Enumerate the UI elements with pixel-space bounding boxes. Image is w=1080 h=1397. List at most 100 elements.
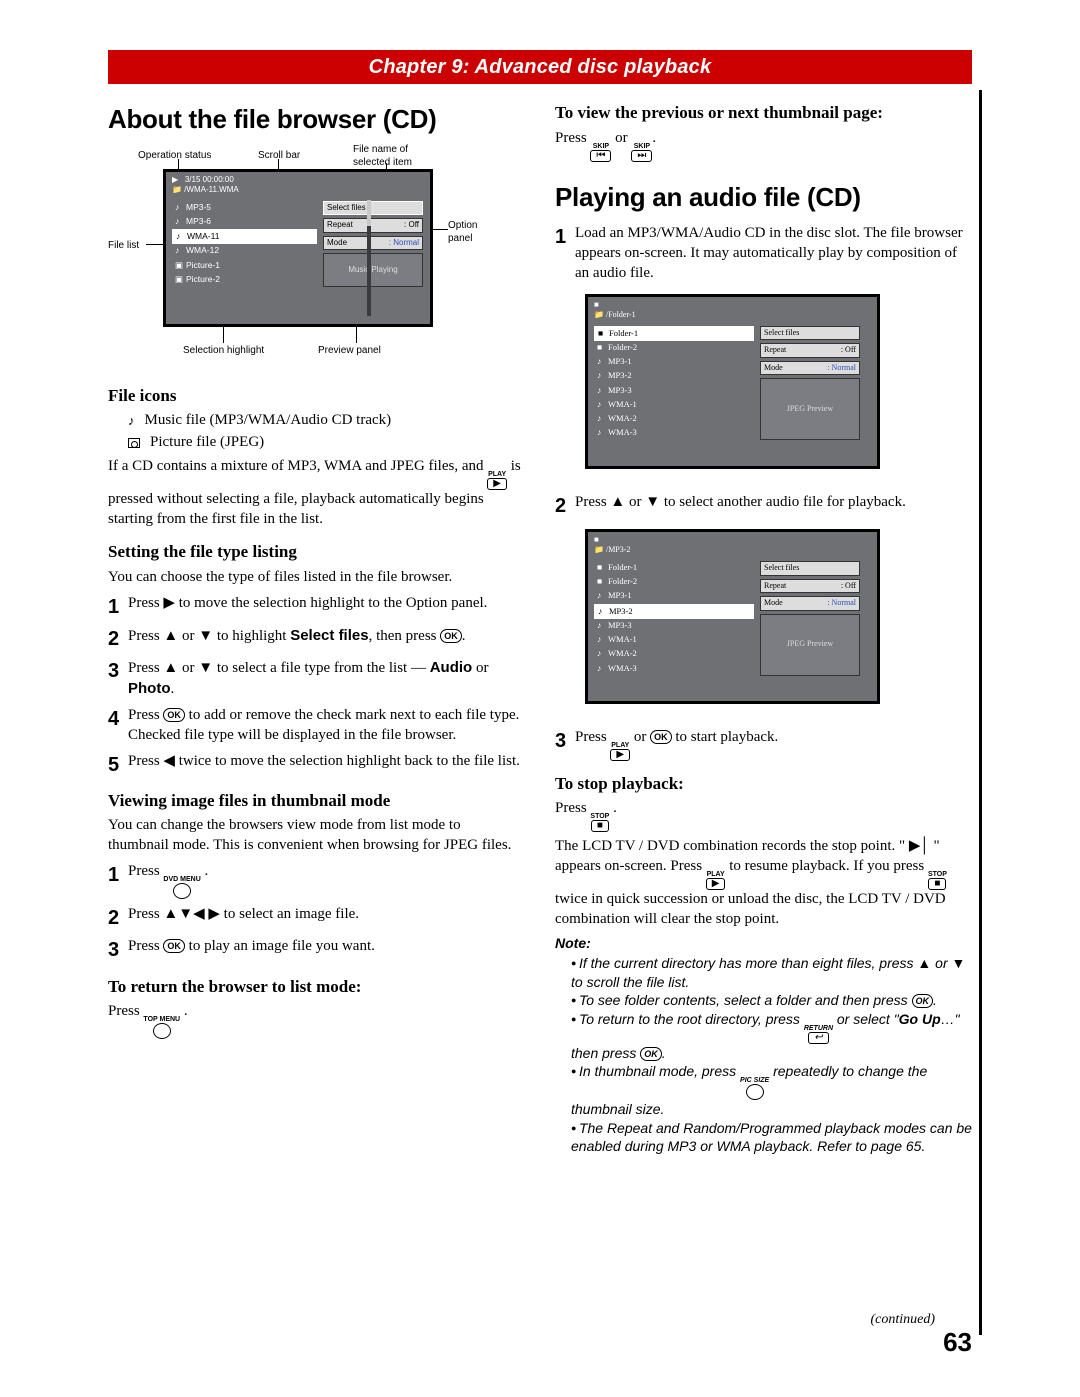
step-4: 4Press OK to add or remove the check mar… <box>108 706 525 746</box>
list-item: ♪MP3-5 <box>172 201 317 215</box>
ok-button-icon: OK <box>440 629 462 643</box>
label-operation-status: Operation status <box>138 149 211 162</box>
list-item: ♪WMA-3 <box>594 426 754 440</box>
step-5: 5Press ◀ twice to move the selection hig… <box>108 752 525 778</box>
paragraph-viewing: You can change the browsers view mode fr… <box>108 816 525 856</box>
file-browser-screen-b: ■📁 /MP3-2 ■Folder-1■Folder-2♪MP3-1♪MP3-2… <box>585 529 885 714</box>
label-preview-panel: Preview panel <box>318 344 381 357</box>
paragraph-setting: You can choose the type of files listed … <box>108 568 525 588</box>
file-browser-diagram: Operation status Scroll bar File name of… <box>108 149 525 369</box>
step-1: 1Press ▶ to move the selection highlight… <box>108 594 525 620</box>
r-step-1: 1Load an MP3/WMA/Audio CD in the disc sl… <box>555 224 972 283</box>
scrollbar-mock <box>367 200 371 316</box>
list-item: ♪MP3-1 <box>594 355 754 369</box>
play-button-icon: PLAY▶ <box>706 871 726 890</box>
music-file-label: Music file (MP3/WMA/Audio CD track) <box>145 411 392 431</box>
dvd-menu-button-icon: DVD MENU <box>163 876 200 899</box>
ok-button-icon: OK <box>163 939 185 953</box>
section-heading: Playing an audio file (CD) <box>555 180 972 214</box>
ok-button-icon: OK <box>640 1047 662 1061</box>
path-text: /WMA-11.WMA <box>184 185 239 194</box>
ok-button-icon: OK <box>912 994 934 1008</box>
paragraph-return: Press TOP MENU . <box>108 1002 525 1039</box>
subheading-return-list: To return the browser to list mode: <box>108 976 525 998</box>
note-block: Note: If the current directory has more … <box>555 934 972 1156</box>
list-item: ■Folder-2 <box>594 341 754 355</box>
v-step-3: 3Press OK to play an image file you want… <box>108 937 525 963</box>
step-2: 2Press ▲ or ▼ to highlight Select files,… <box>108 626 525 652</box>
top-menu-button-icon: TOP MENU <box>143 1016 180 1039</box>
list-item: ♪MP3-6 <box>172 215 317 229</box>
list-item: ♪WMA-3 <box>594 662 754 676</box>
subheading-stop-playback: To stop playback: <box>555 773 972 795</box>
play-button-icon: PLAY▶ <box>610 742 630 761</box>
two-column-layout: About the file browser (CD) Operation st… <box>108 98 972 1157</box>
note-item: The Repeat and Random/Programmed playbac… <box>571 1119 972 1156</box>
picture-file-label: Picture file (JPEG) <box>150 433 264 453</box>
step-3: 3Press ▲ or ▼ to select a file type from… <box>108 658 525 700</box>
label-file-name: File name of selected item <box>353 143 433 169</box>
subheading-file-icons: File icons <box>108 385 525 407</box>
ok-button-icon: OK <box>163 708 185 722</box>
skip-back-button-icon: SKIP⏮ <box>590 143 611 162</box>
list-item: ■Folder-1 <box>594 561 754 575</box>
opt-repeat: Repeat: Off <box>323 218 423 233</box>
note-item: If the current directory has more than e… <box>571 954 972 991</box>
list-item: ♪WMA-2 <box>594 647 754 661</box>
return-button-icon: RETURN↩ <box>804 1025 833 1044</box>
list-item: ♪WMA-11 <box>172 229 317 244</box>
list-item: ■Folder-1 <box>594 326 754 341</box>
note-item: In thumbnail mode, press PIC SIZE repeat… <box>571 1062 972 1118</box>
list-item: ♪WMA-1 <box>594 398 754 412</box>
paragraph-stop-press: Press STOP■ . <box>555 799 972 832</box>
continued-label: (continued) <box>870 1311 935 1329</box>
stop-button-icon: STOP■ <box>928 871 947 890</box>
resume-mark-icon: ▶│ <box>909 837 930 854</box>
skip-fwd-button-icon: SKIP⏭ <box>631 143 652 162</box>
mock-screen: ▶ 3/15 00:00:00 📁 /WMA-11.WMA ♪MP3-5♪MP3… <box>163 169 433 327</box>
option-panel: Select files Repeat: Off Mode: Normal Mu… <box>323 201 423 287</box>
note-item: To see folder contents, select a folder … <box>571 991 972 1009</box>
subheading-prev-next-thumb: To view the previous or next thumbnail p… <box>555 102 972 124</box>
list-item: ♪WMA-1 <box>594 633 754 647</box>
play-button-icon: PLAY▶ <box>487 471 507 490</box>
paragraph-prev-next: Press SKIP⏮ or SKIP⏭. <box>555 129 972 162</box>
v-step-1: 1Press DVD MENU . <box>108 862 525 899</box>
file-list: ♪MP3-5♪MP3-6♪WMA-11♪WMA-12▣Picture-1▣Pic… <box>172 201 317 287</box>
opt-select-files: Select files <box>323 201 423 216</box>
list-item: ♪MP3-3 <box>594 619 754 633</box>
subheading-viewing-thumbnails: Viewing image files in thumbnail mode <box>108 790 525 812</box>
picture-file-icon <box>128 438 140 448</box>
r-step-3: 3 Press PLAY▶ or OK to start playback. <box>555 728 972 761</box>
list-item: ♪WMA-2 <box>594 412 754 426</box>
file-icons-legend: ♪ Music file (MP3/WMA/Audio CD track) Pic… <box>108 411 525 453</box>
list-item: ♪MP3-2 <box>594 604 754 619</box>
r-step-2: 2Press ▲ or ▼ to select another audio fi… <box>555 493 972 519</box>
manual-page: Chapter 9: Advanced disc playback About … <box>0 0 1080 1397</box>
preview-panel: Music Playing <box>323 253 423 287</box>
status-text: 3/15 00:00:00 <box>185 175 234 184</box>
list-item: ▣Picture-1 <box>172 259 317 273</box>
list-item: ♪WMA-12 <box>172 244 317 258</box>
list-item: ■Folder-2 <box>594 575 754 589</box>
page-number: 63 <box>943 1325 972 1359</box>
section-heading: About the file browser (CD) <box>108 102 525 136</box>
paragraph-stop-point: The LCD TV / DVD combination records the… <box>555 836 972 929</box>
subheading-setting-filetype: Setting the file type listing <box>108 541 525 563</box>
label-scroll-bar: Scroll bar <box>258 149 300 162</box>
music-file-icon: ♪ <box>128 412 135 429</box>
list-item: ▣Picture-2 <box>172 273 317 287</box>
file-browser-screen-a: ■📁 /Folder-1 ■Folder-1■Folder-2♪MP3-1♪MP… <box>585 294 885 479</box>
label-selection-highlight: Selection highlight <box>183 344 264 357</box>
v-step-2: 2Press ▲▼◀ ▶ to select an image file. <box>108 905 525 931</box>
paragraph-mixed-cd: If a CD contains a mixture of MP3, WMA a… <box>108 457 525 530</box>
list-item: ♪MP3-2 <box>594 369 754 383</box>
chapter-band: Chapter 9: Advanced disc playback <box>108 50 972 84</box>
note-item: To return to the root directory, press R… <box>571 1010 972 1062</box>
stop-button-icon: STOP■ <box>590 813 609 832</box>
left-column: About the file browser (CD) Operation st… <box>108 98 525 1157</box>
right-margin-rule <box>979 90 982 1335</box>
label-file-list: File list <box>108 239 139 252</box>
list-item: ♪MP3-3 <box>594 384 754 398</box>
opt-mode: Mode: Normal <box>323 236 423 251</box>
